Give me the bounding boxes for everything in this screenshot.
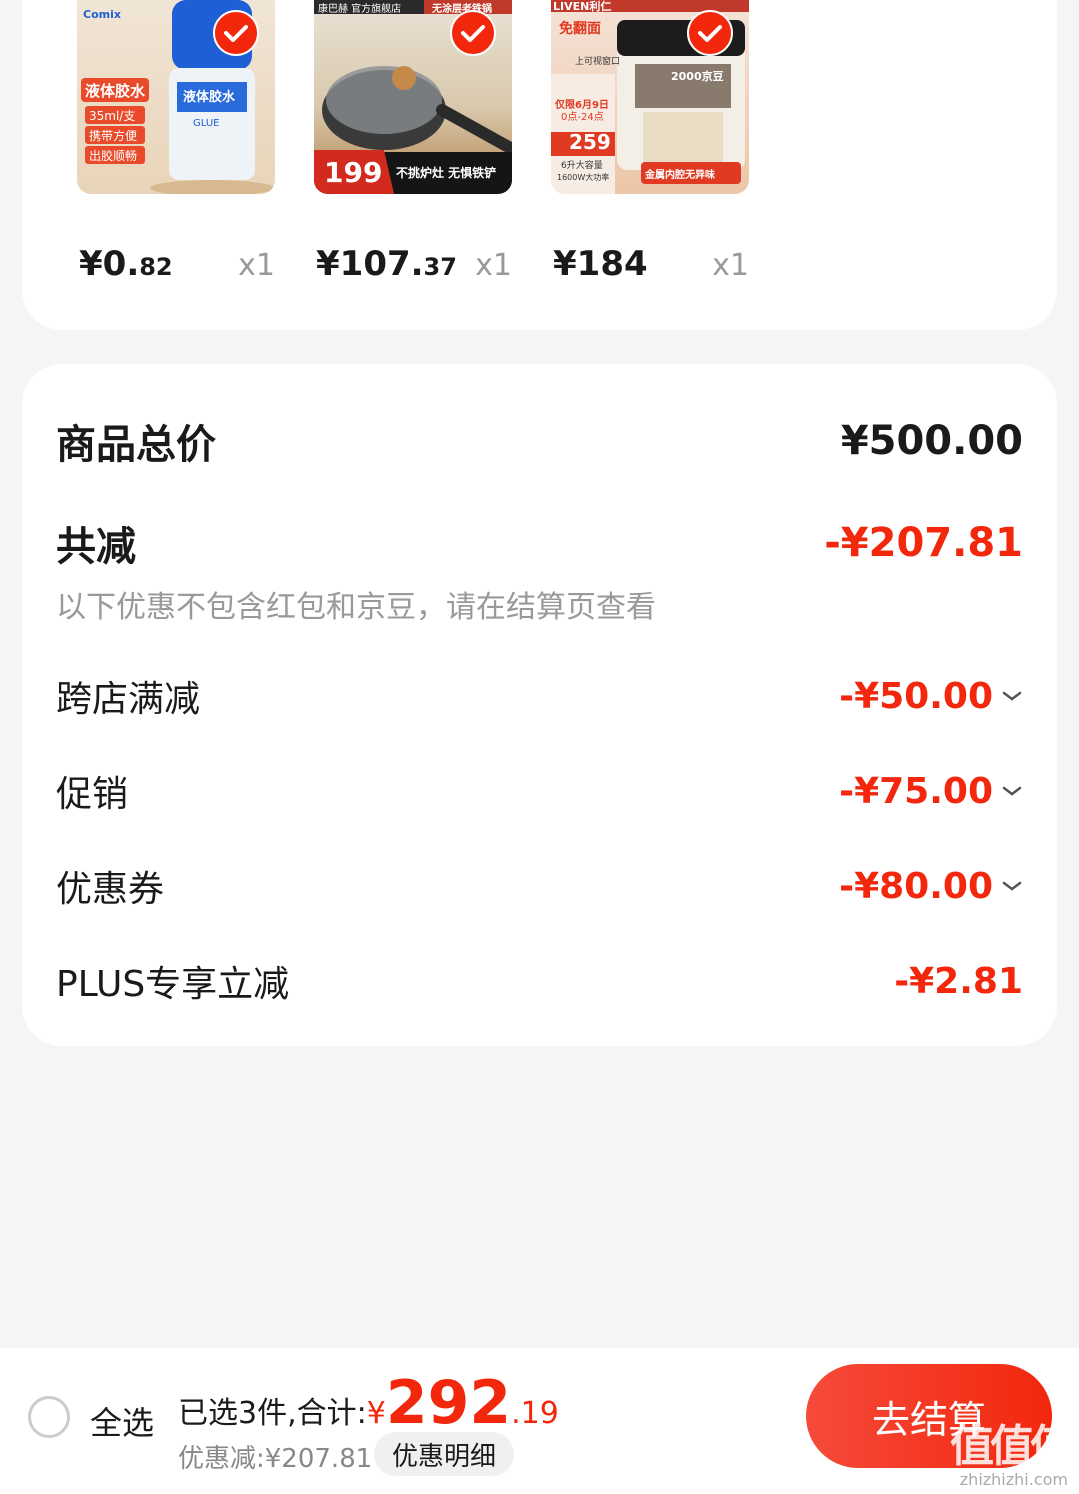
thumb-tag-text: 免翻面	[559, 21, 601, 37]
product-thumbnail[interactable]: 康巴赫 官方旗舰店 无涂层老铁锅 199 不挑炉灶 无惧铁铲	[314, 0, 512, 194]
product-price: ¥0.82	[79, 244, 173, 284]
thumb-tag-text: 1600W大功率	[557, 173, 610, 182]
discount-item-amount: -¥2.81	[894, 961, 1023, 1002]
discount-item-value: -¥75.00	[839, 770, 993, 812]
discount-total-value: -¥207.81	[824, 520, 1023, 566]
thumb-slogan-text: 不挑炉灶 无惧铁铲	[396, 166, 497, 180]
discount-item-value: -¥2.81	[894, 960, 1023, 1002]
thumb-tag-text: 2000京豆	[671, 70, 724, 83]
thumb-label-text: GLUE	[193, 118, 220, 129]
discount-item-cross-store[interactable]: 跨店满减 -¥50.00	[56, 670, 1023, 722]
price-decimal: 82	[139, 253, 173, 281]
total-decimal: .19	[511, 1396, 559, 1431]
thumb-brand-text: LIVEN利仁	[553, 0, 612, 13]
discount-summary-text: 优惠减:¥207.81	[178, 1444, 373, 1474]
watermark-text: zhizhizhi.com	[959, 1470, 1068, 1489]
thumb-brand-text: Comix	[83, 8, 121, 21]
thumb-tag-text: 携带方便	[89, 129, 138, 143]
discount-detail-label: 优惠明细	[392, 1441, 497, 1472]
thumb-tag-text: 上可视窗口	[575, 57, 621, 67]
total-integer: 292	[385, 1368, 512, 1438]
discount-item-label: 优惠券	[56, 869, 165, 910]
selected-total: 已选3件,合计: ¥ 292 .19	[178, 1368, 559, 1438]
total-price-label: 商品总价	[56, 422, 216, 468]
discount-note: 以下优惠不包含红包和京豆，请在结算页查看	[56, 590, 656, 625]
price-integer: ¥107.	[316, 244, 424, 284]
watermark-logo: 值值值 zhizhizhi.com	[926, 1410, 1076, 1494]
product-thumbnail[interactable]: Comix 液体胶水 35ml/支 携带方便 出胶顺畅 液体胶水 GLUE	[77, 0, 275, 194]
product-quantity: x1	[238, 248, 275, 283]
product-item-glue[interactable]: Comix 液体胶水 35ml/支 携带方便 出胶顺畅 液体胶水 GLUE ¥0…	[77, 0, 275, 284]
discount-total-label: 共减	[56, 524, 136, 570]
discount-item-amount: -¥80.00	[839, 866, 1023, 907]
thumb-tag-text: 金属内腔无异味	[645, 170, 715, 181]
price-integer: ¥184	[553, 244, 648, 284]
discount-item-label: 促销	[56, 774, 129, 815]
total-price-value: ¥500.00	[840, 418, 1023, 464]
product-price: ¥184	[553, 244, 648, 284]
discount-item-promotion[interactable]: 促销 -¥75.00	[56, 765, 1023, 817]
discount-item-value: -¥50.00	[839, 675, 993, 717]
product-quantity: x1	[475, 248, 512, 283]
thumb-price-text: 199	[324, 156, 383, 189]
product-quantity: x1	[712, 248, 749, 283]
checked-icon[interactable]	[450, 10, 496, 56]
discount-total-row: 共减 -¥207.81	[56, 514, 1023, 572]
price-summary-card: 商品总价 ¥500.00 共减 -¥207.81 以下优惠不包含红包和京豆，请在…	[22, 364, 1057, 1046]
thumb-tag-text: 出胶顺畅	[89, 149, 138, 163]
discount-item-amount: -¥50.00	[839, 676, 1023, 717]
thumb-store-text: 康巴赫 官方旗舰店	[318, 4, 402, 15]
total-price-row: 商品总价 ¥500.00	[56, 412, 1023, 470]
chevron-down-icon[interactable]	[1001, 879, 1023, 893]
checked-icon[interactable]	[687, 10, 733, 56]
discount-item-label: 跨店满减	[56, 679, 201, 720]
checked-icon[interactable]	[213, 10, 259, 56]
product-card: Comix 液体胶水 35ml/支 携带方便 出胶顺畅 液体胶水 GLUE ¥0…	[22, 0, 1057, 330]
thumb-tag-text: 6升大容量	[561, 161, 603, 171]
selected-count-text: 已选3件,合计:	[178, 1396, 367, 1431]
product-thumbnail[interactable]: LIVEN利仁 免翻面 上可视窗口 仅限6月9日 0点-24点 259 2000…	[551, 0, 749, 194]
chevron-down-icon[interactable]	[1001, 784, 1023, 798]
thumb-tag-text: 0点-24点	[561, 112, 604, 123]
discount-item-amount: -¥75.00	[839, 771, 1023, 812]
thumb-tag-text: 35ml/支	[89, 109, 136, 123]
watermark-glyphs: 值值值	[950, 1421, 1074, 1472]
price-decimal: 37	[423, 253, 457, 281]
product-item-wok[interactable]: 康巴赫 官方旗舰店 无涂层老铁锅 199 不挑炉灶 无惧铁铲 ¥107.37 x…	[314, 0, 512, 284]
thumb-label-text: 液体胶水	[183, 90, 236, 105]
checkout-bar: 全选 已选3件,合计: ¥ 292 .19 优惠减:¥207.81 优惠明细 去…	[0, 1348, 1079, 1494]
thumb-price-text: 259	[569, 130, 611, 154]
thumb-tag-text: 液体胶水	[85, 82, 146, 100]
product-item-air-fryer[interactable]: LIVEN利仁 免翻面 上可视窗口 仅限6月9日 0点-24点 259 2000…	[551, 0, 749, 284]
discount-item-plus: PLUS专享立减 -¥2.81	[56, 955, 1023, 1007]
chevron-down-icon[interactable]	[1001, 689, 1023, 703]
total-currency: ¥	[366, 1396, 386, 1431]
price-integer: ¥0.	[79, 244, 140, 284]
product-price: ¥107.37	[316, 244, 457, 284]
select-all-radio[interactable]	[28, 1396, 70, 1438]
discount-item-coupon[interactable]: 优惠券 -¥80.00	[56, 860, 1023, 912]
discount-detail-button[interactable]: 优惠明细	[374, 1432, 515, 1476]
select-all-label[interactable]: 全选	[90, 1398, 154, 1444]
discount-item-label: PLUS专享立减	[56, 964, 290, 1005]
discount-item-value: -¥80.00	[839, 865, 993, 907]
